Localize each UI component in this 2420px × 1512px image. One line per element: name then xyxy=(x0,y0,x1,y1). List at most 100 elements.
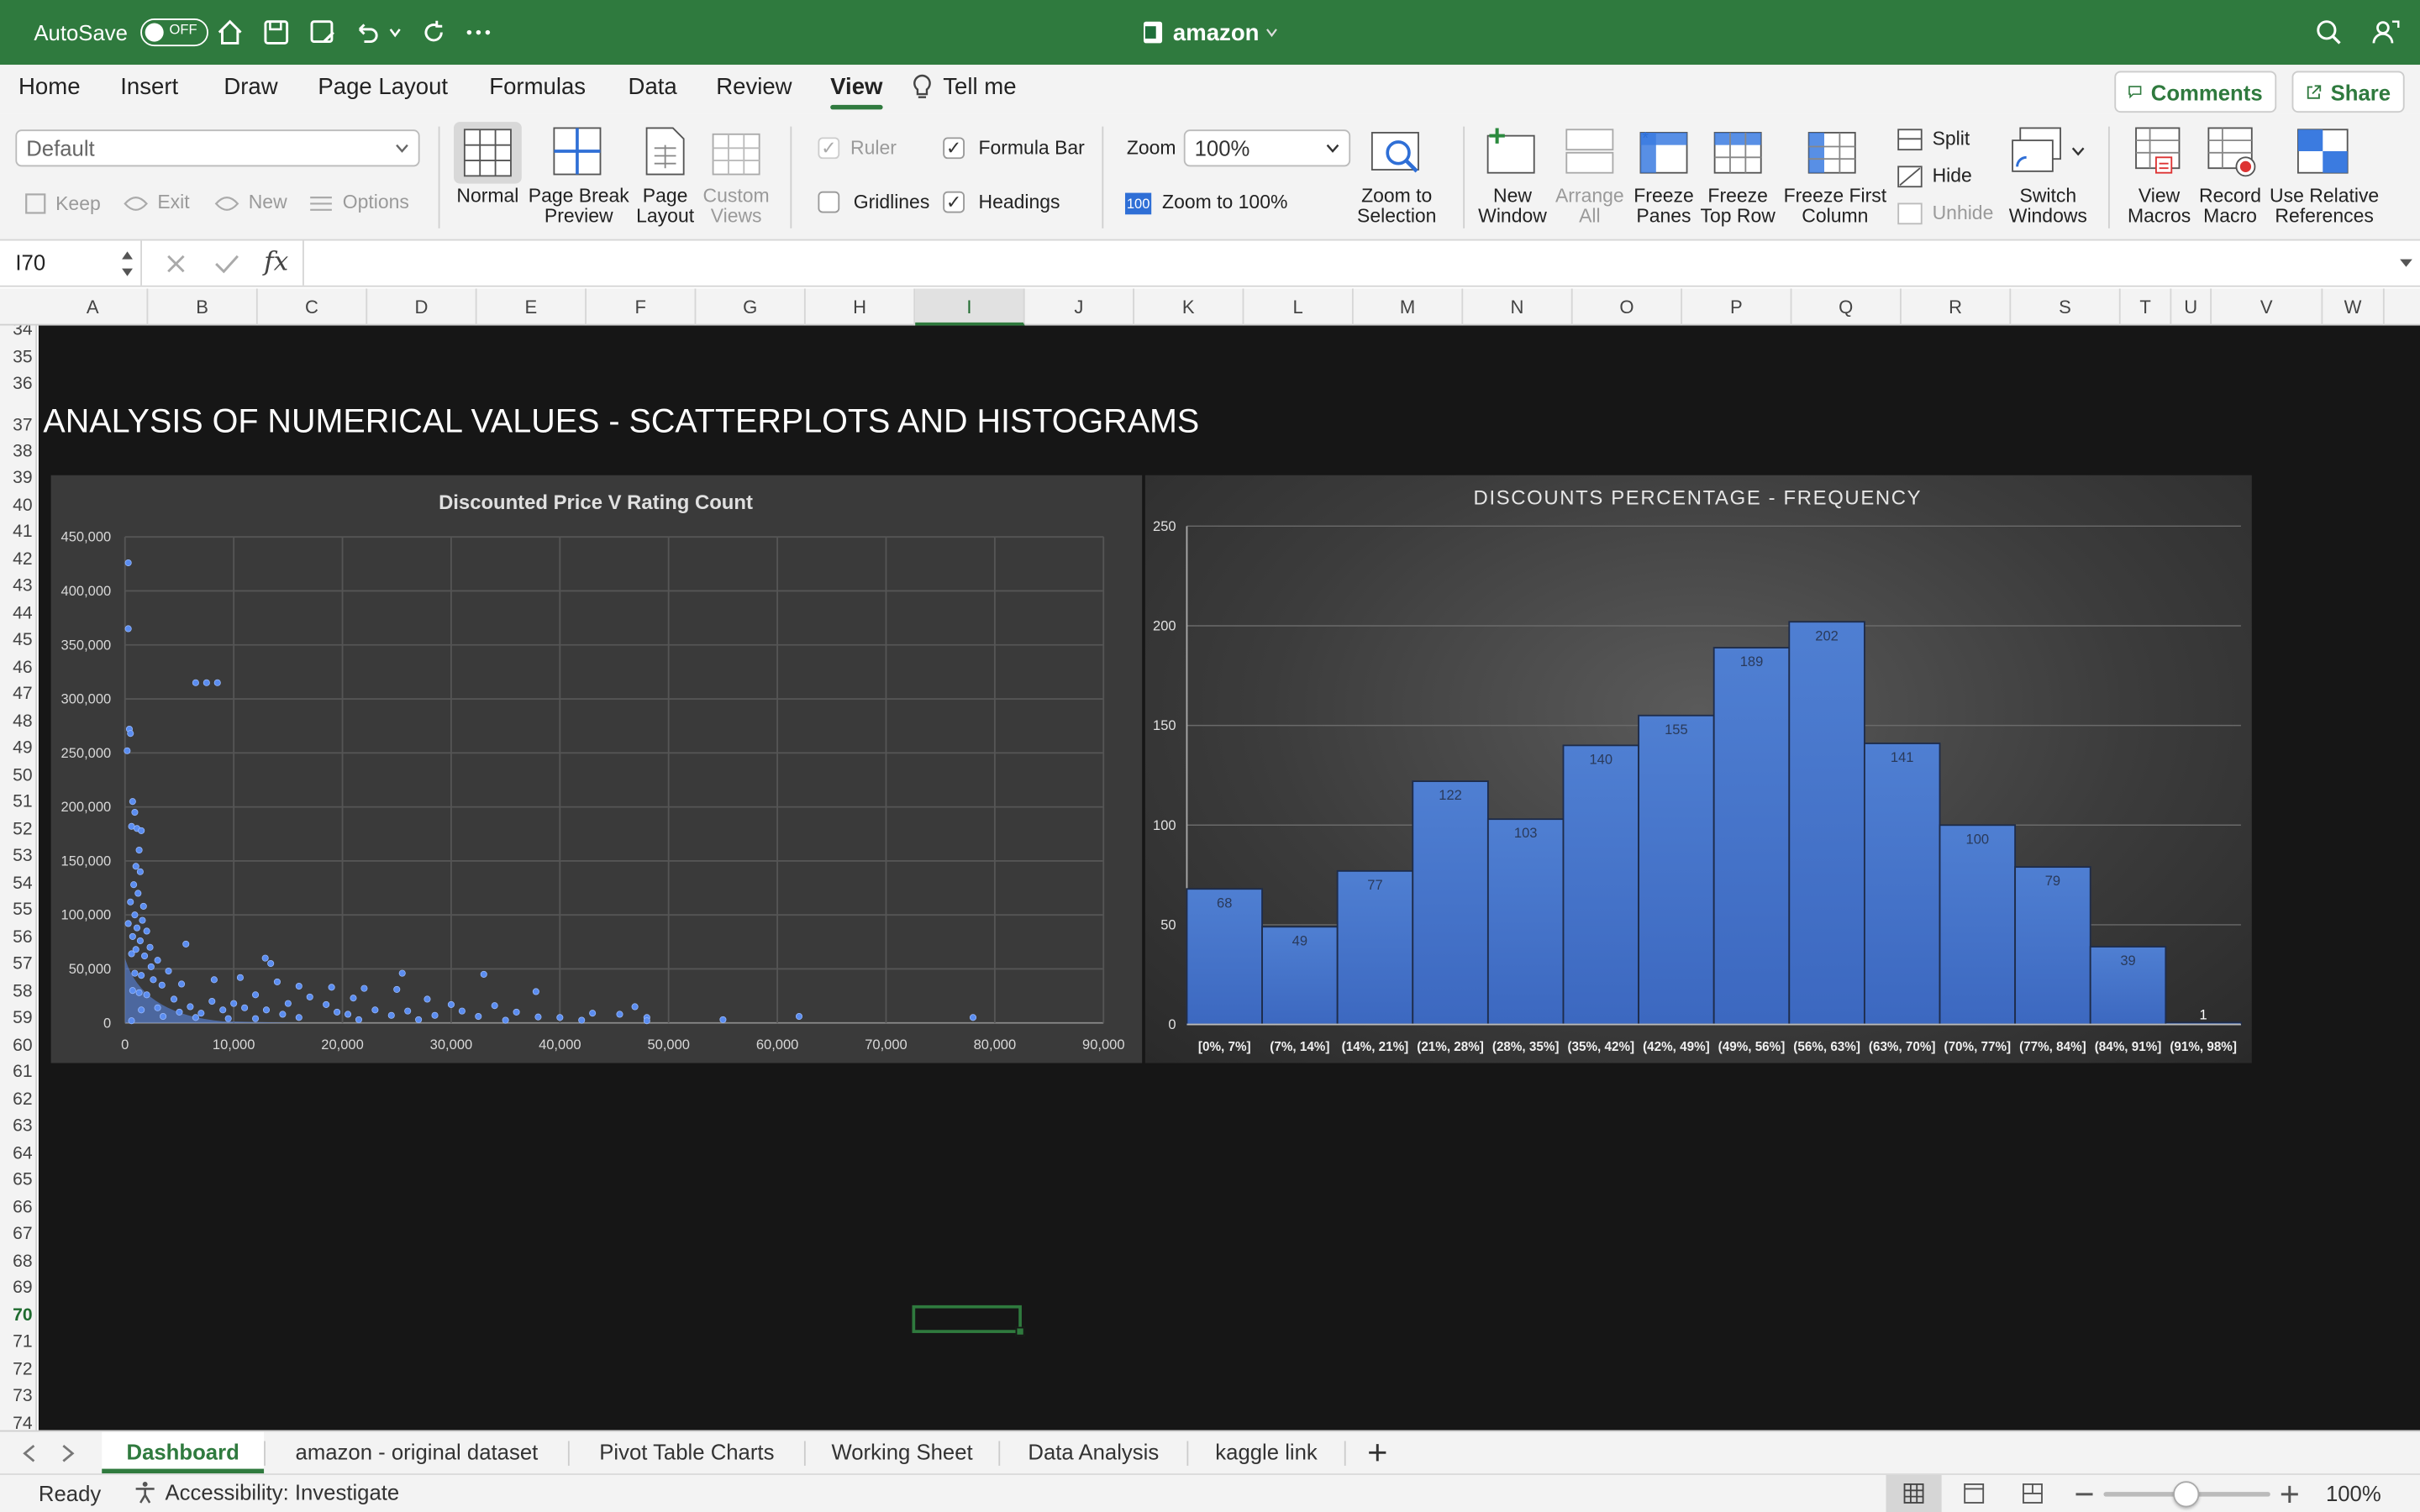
gridlines-checkbox[interactable] xyxy=(818,191,840,213)
new-window-icon[interactable] xyxy=(1485,127,1537,176)
column-header-g[interactable]: G xyxy=(696,288,806,326)
row-header-46[interactable]: 46 xyxy=(0,655,35,682)
sheet-tab-data-analysis[interactable]: Data Analysis xyxy=(1000,1431,1186,1473)
home-icon[interactable] xyxy=(216,18,244,46)
column-header-k[interactable]: K xyxy=(1134,288,1244,326)
column-header-q[interactable]: Q xyxy=(1791,288,1902,326)
row-header-50[interactable]: 50 xyxy=(0,763,35,790)
row-header-59[interactable]: 59 xyxy=(0,1006,35,1033)
row-header-63[interactable]: 63 xyxy=(0,1114,35,1141)
row-header-56[interactable]: 56 xyxy=(0,925,35,952)
active-cell[interactable] xyxy=(912,1305,1025,1336)
row-header-35[interactable]: 35 xyxy=(0,345,35,372)
split-label[interactable]: Split xyxy=(1933,129,1970,150)
cancel-icon[interactable] xyxy=(166,253,187,275)
column-header-h[interactable]: H xyxy=(806,288,916,326)
worksheet-grid[interactable]: ANALYSIS OF NUMERICAL VALUES - SCATTERPL… xyxy=(38,325,2420,1431)
options-button[interactable]: Options xyxy=(308,192,409,213)
column-header-a[interactable]: A xyxy=(39,288,149,326)
column-header-n[interactable]: N xyxy=(1463,288,1573,326)
tab-draw[interactable]: Draw xyxy=(224,74,277,100)
zoom-slider-thumb[interactable] xyxy=(2173,1481,2200,1508)
column-header-b[interactable]: B xyxy=(148,288,258,326)
row-header-58[interactable]: 58 xyxy=(0,979,35,1005)
exit-button[interactable]: Exit xyxy=(124,192,190,213)
undo-icon[interactable] xyxy=(352,18,380,46)
row-header-45[interactable]: 45 xyxy=(0,628,35,655)
page-layout-icon[interactable] xyxy=(645,127,686,176)
row-header-39[interactable]: 39 xyxy=(0,466,35,493)
row-header-55[interactable]: 55 xyxy=(0,898,35,925)
row-header-67[interactable]: 67 xyxy=(0,1222,35,1249)
row-header-41[interactable]: 41 xyxy=(0,520,35,547)
row-header-72[interactable]: 72 xyxy=(0,1357,35,1383)
tab-page-layout[interactable]: Page Layout xyxy=(318,74,448,100)
row-header-51[interactable]: 51 xyxy=(0,790,35,816)
autosave[interactable]: AutoSave OFF xyxy=(34,0,208,65)
zoom-in-icon[interactable] xyxy=(2281,1485,2298,1503)
row-header-49[interactable]: 49 xyxy=(0,736,35,763)
row-header-66[interactable]: 66 xyxy=(0,1195,35,1222)
row-header-70[interactable]: 70 xyxy=(0,1303,35,1330)
freeze-first-column-icon[interactable] xyxy=(1806,127,1858,176)
row-header-40[interactable]: 40 xyxy=(0,493,35,520)
accessibility-status[interactable]: Accessibility: Investigate xyxy=(133,1479,399,1504)
column-header-s[interactable]: S xyxy=(2011,288,2121,326)
headings-checkbox[interactable]: ✓ xyxy=(943,191,965,213)
row-header-48[interactable]: 48 xyxy=(0,709,35,736)
freeze-top-row-icon[interactable] xyxy=(1712,127,1764,176)
column-header-o[interactable]: O xyxy=(1573,288,1683,326)
tab-home[interactable]: Home xyxy=(18,74,80,100)
row-header-65[interactable]: 65 xyxy=(0,1168,35,1194)
tab-view[interactable]: View xyxy=(830,74,882,110)
row-header-36[interactable]: 36 xyxy=(0,372,35,399)
account-icon[interactable] xyxy=(2372,18,2400,46)
ruler-checkbox[interactable]: ✓ xyxy=(818,137,840,160)
redo-icon[interactable] xyxy=(420,18,448,46)
column-header-l[interactable]: L xyxy=(1244,288,1354,326)
column-header-r[interactable]: R xyxy=(1902,288,2012,326)
column-header-v[interactable]: V xyxy=(2212,288,2323,326)
scatter-chart[interactable]: Discounted Price V Rating Count 0 50,000 1… xyxy=(50,475,1143,1063)
undo-dropdown-chevron-down-icon[interactable] xyxy=(386,18,404,46)
tab-formulas[interactable]: Formulas xyxy=(489,74,586,100)
split-icon[interactable] xyxy=(1897,128,1923,151)
sheet-view-select[interactable]: Default xyxy=(15,129,420,167)
column-header-f[interactable]: F xyxy=(587,288,697,326)
row-header-62[interactable]: 62 xyxy=(0,1087,35,1114)
sheet-tab-working-sheet[interactable]: Working Sheet xyxy=(806,1431,999,1473)
enter-check-icon[interactable] xyxy=(214,253,239,275)
row-header-34[interactable]: 34 xyxy=(0,326,35,345)
row-header-73[interactable]: 73 xyxy=(0,1384,35,1411)
column-header-j[interactable]: J xyxy=(1025,288,1134,326)
custom-views-icon[interactable] xyxy=(712,127,761,176)
tab-data[interactable]: Data xyxy=(629,74,677,100)
row-header-38[interactable]: 38 xyxy=(0,439,35,466)
zoom-to-100-button[interactable]: Zoom to 100% xyxy=(1162,192,1287,213)
keep-button[interactable]: Keep xyxy=(24,193,101,215)
sheet-tab-kaggle-link[interactable]: kaggle link xyxy=(1188,1431,1344,1473)
row-header-57[interactable]: 57 xyxy=(0,952,35,979)
column-header-d[interactable]: D xyxy=(367,288,477,326)
sheet-tab-amazon-original[interactable]: amazon - original dataset xyxy=(266,1431,568,1473)
column-header-u[interactable]: U xyxy=(2171,288,2212,326)
zoom-to-selection-icon[interactable] xyxy=(1370,127,1423,176)
zoom-out-icon[interactable] xyxy=(2075,1492,2093,1497)
page-break-preview-icon[interactable] xyxy=(553,127,602,176)
new-view-button[interactable]: New xyxy=(214,192,287,213)
sheet-tab-dashboard[interactable]: Dashboard xyxy=(102,1431,265,1474)
expand-formula-bar-chevron-down-icon[interactable] xyxy=(2398,258,2413,270)
share-button[interactable]: Share xyxy=(2291,71,2405,113)
column-header-m[interactable]: M xyxy=(1354,288,1464,326)
previous-sheet-icon[interactable] xyxy=(22,1444,37,1462)
row-header-43[interactable]: 43 xyxy=(0,574,35,601)
page-break-status-icon[interactable] xyxy=(2022,1483,2044,1504)
column-header-c[interactable]: C xyxy=(258,288,368,326)
normal-view-button[interactable] xyxy=(454,122,522,184)
tab-insert[interactable]: Insert xyxy=(120,74,178,100)
switch-windows-icon[interactable] xyxy=(2011,127,2063,176)
more-icon[interactable] xyxy=(465,18,492,46)
tell-me[interactable]: Tell me xyxy=(913,74,1017,100)
row-header-42[interactable]: 42 xyxy=(0,547,35,574)
chevron-down-icon[interactable] xyxy=(2071,146,2086,157)
